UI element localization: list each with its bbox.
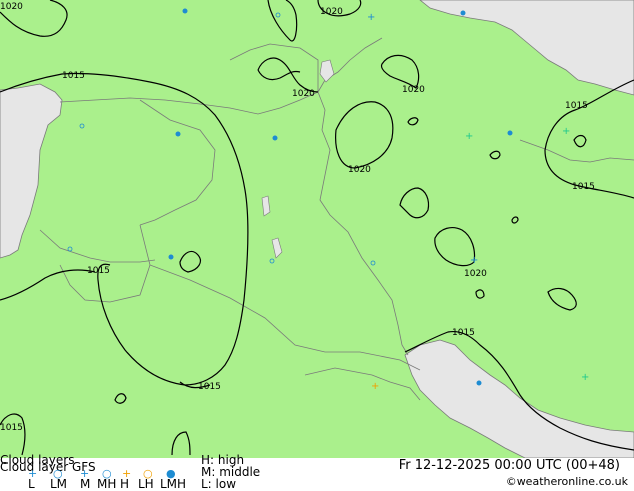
m-cloud-cross: + bbox=[562, 126, 570, 137]
m-cloud-cross: + bbox=[367, 12, 375, 23]
isobar-label: 1015 bbox=[572, 182, 595, 192]
legend-label-mh: MH bbox=[97, 477, 117, 491]
isobar-label: 1020 bbox=[464, 269, 487, 279]
key-low: L: low bbox=[201, 477, 237, 491]
isobar-label: 1020 bbox=[0, 2, 23, 12]
legend-bar: Cloud layers Cloud layer GFS + ○ + ○ + ○… bbox=[0, 453, 634, 491]
lmh-cloud-dot bbox=[175, 131, 181, 137]
isobar-label: 1020 bbox=[292, 89, 315, 99]
m-cloud-cross: + bbox=[581, 372, 589, 383]
isobar-label: 1020 bbox=[348, 165, 371, 175]
m-cloud-cross: + bbox=[465, 131, 473, 142]
h-cloud-cross: + bbox=[371, 381, 379, 392]
lmh-cloud-dot bbox=[507, 130, 513, 136]
isobar-label: 1020 bbox=[402, 85, 425, 95]
legend-label-h: H bbox=[120, 477, 130, 491]
isobar-label: 1020 bbox=[320, 7, 343, 17]
isobar-label: 1015 bbox=[452, 328, 475, 338]
land-background bbox=[0, 0, 634, 458]
legend-label-lm: LM bbox=[50, 477, 68, 491]
isobar-label: 1015 bbox=[62, 71, 85, 81]
legend-label-m: M bbox=[80, 477, 91, 491]
isobar-label: 1015 bbox=[87, 266, 110, 276]
lmh-cloud-dot bbox=[168, 254, 174, 260]
isobar-label: 1015 bbox=[198, 382, 221, 392]
weather-map-screen: 1020 1015 1020 1020 1015 1020 1015 1015 … bbox=[0, 0, 634, 491]
legend-label-lh: LH bbox=[138, 477, 154, 491]
cloud-layer-map[interactable]: 1020 1015 1020 1020 1015 1020 1015 1015 … bbox=[0, 0, 634, 458]
isobar-label: 1015 bbox=[565, 101, 588, 111]
lmh-cloud-dot bbox=[272, 135, 278, 141]
lmh-cloud-dot bbox=[476, 380, 482, 386]
forecast-datetime: Fr 12-12-2025 00:00 UTC (00+48) bbox=[398, 458, 620, 473]
credit-link[interactable]: ©weatheronline.co.uk bbox=[506, 475, 628, 489]
legend-label-lmh: LMH bbox=[160, 477, 187, 491]
legend-label-l: L bbox=[28, 477, 35, 491]
lmh-cloud-dot bbox=[460, 10, 466, 16]
m-cloud-cross: + bbox=[470, 255, 478, 266]
lmh-cloud-dot bbox=[182, 8, 188, 14]
isobar-label: 1015 bbox=[0, 423, 23, 433]
